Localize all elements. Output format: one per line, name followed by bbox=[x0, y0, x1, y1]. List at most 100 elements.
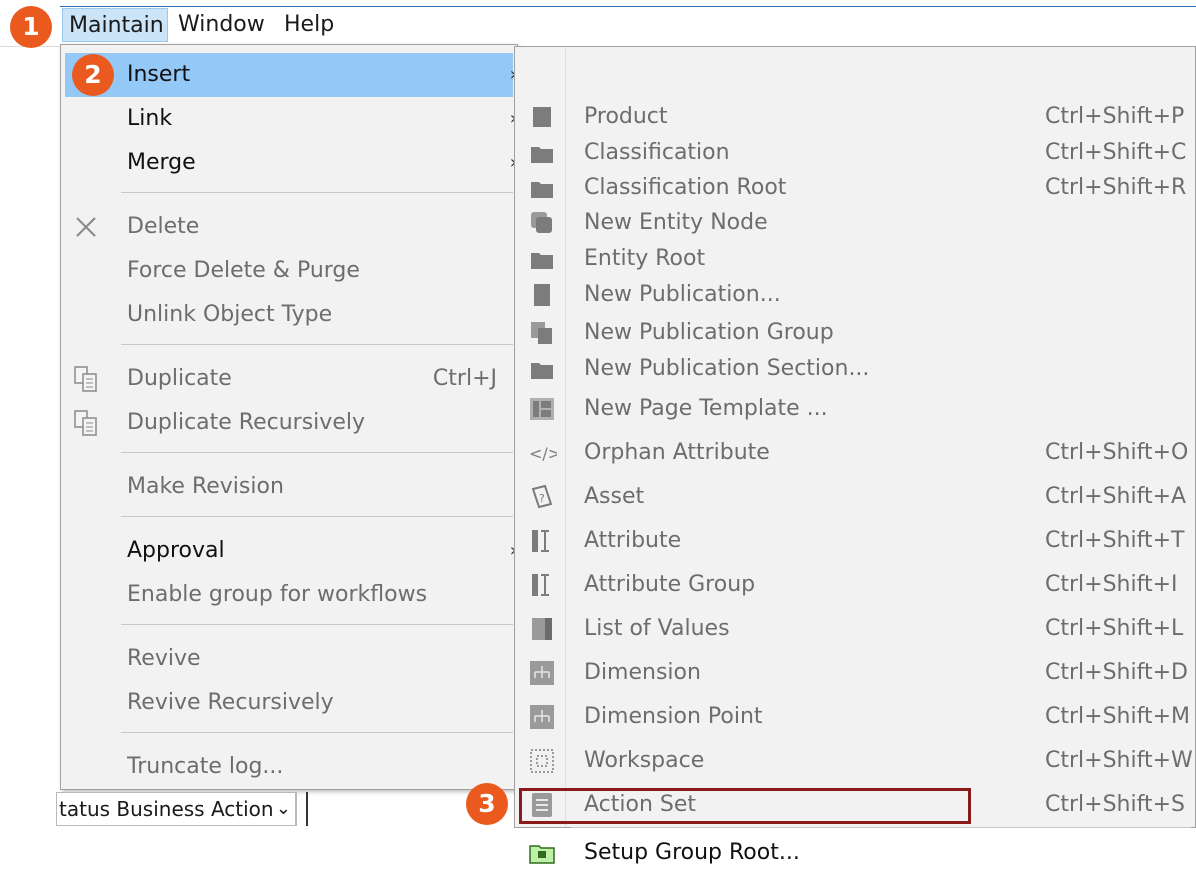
menu-item-duplicate-recursively[interactable]: Duplicate Recursively bbox=[65, 401, 513, 445]
menu-item-label: Enable group for workflows bbox=[127, 582, 428, 607]
orphan-attribute-icon: </> bbox=[529, 444, 557, 463]
menu-item-label: Delete bbox=[127, 214, 200, 239]
menu-item-label: Approval bbox=[127, 538, 225, 563]
submenu-item-new-publication[interactable]: New Publication... bbox=[515, 277, 1195, 313]
menu-item-link[interactable]: Link › bbox=[65, 97, 517, 141]
setup-group-root-icon bbox=[529, 845, 555, 864]
menu-separator bbox=[121, 192, 513, 193]
submenu-item-dimension-point[interactable]: Dimension Point Ctrl+Shift+M bbox=[515, 699, 1195, 735]
menu-window[interactable]: Window bbox=[172, 8, 272, 42]
submenu-item-attribute-group[interactable]: Attribute Group Ctrl+Shift+I bbox=[515, 567, 1195, 603]
menu-item-revive-recursively[interactable]: Revive Recursively bbox=[65, 681, 513, 725]
submenu-item-asset[interactable]: ? Asset Ctrl+Shift+A bbox=[515, 479, 1195, 515]
menu-item-delete[interactable]: Delete bbox=[65, 205, 513, 249]
submenu-item-list-of-values[interactable]: List of Values Ctrl+Shift+L bbox=[515, 611, 1195, 647]
submenu-item-shortcut: Ctrl+Shift+S bbox=[1045, 792, 1185, 817]
folder-icon bbox=[531, 147, 553, 163]
submenu-item-label: New Entity Node bbox=[584, 210, 768, 235]
menu-item-truncate-log[interactable]: Truncate log... bbox=[65, 745, 513, 789]
menu-item-merge[interactable]: Merge › bbox=[65, 141, 517, 185]
delete-x-icon bbox=[76, 217, 96, 237]
submenu-item-label: Dimension Point bbox=[584, 704, 763, 729]
menu-separator bbox=[121, 732, 513, 733]
menu-item-label: Insert bbox=[127, 62, 191, 87]
submenu-item-shortcut: Ctrl+Shift+T bbox=[1045, 528, 1185, 553]
submenu-item-dimension[interactable]: Dimension Ctrl+Shift+D bbox=[515, 655, 1195, 691]
submenu-item-classification-root[interactable]: Classification Root Ctrl+Shift+R bbox=[515, 170, 1195, 206]
dimension-point-icon bbox=[530, 705, 554, 729]
submenu-item-label: Workspace bbox=[584, 748, 705, 773]
menu-maintain[interactable]: Maintain bbox=[62, 8, 168, 42]
status-business-action-dropdown[interactable]: tatus Business Action ⌄ bbox=[56, 792, 296, 826]
menu-item-unlink-object-type[interactable]: Unlink Object Type bbox=[65, 293, 513, 337]
product-icon bbox=[533, 107, 551, 127]
submenu-item-label: New Publication Section... bbox=[584, 356, 870, 381]
publication-group-icon bbox=[531, 322, 552, 344]
submenu-item-new-publication-section[interactable]: New Publication Section... bbox=[515, 351, 1195, 387]
menu-bar: Maintain Window Help bbox=[0, 0, 1196, 47]
menu-item-label: Link bbox=[127, 106, 173, 131]
attribute-group-icon bbox=[532, 574, 549, 596]
dimension-icon bbox=[530, 661, 554, 685]
submenu-item-orphan-attribute[interactable]: </> Orphan Attribute Ctrl+Shift+O bbox=[515, 435, 1195, 471]
submenu-item-shortcut: Ctrl+Shift+L bbox=[1045, 616, 1184, 641]
submenu-item-shortcut: Ctrl+Shift+O bbox=[1045, 440, 1189, 465]
submenu-item-label: Product bbox=[584, 104, 668, 129]
submenu-item-label: Attribute bbox=[584, 528, 682, 553]
menu-item-label: Truncate log... bbox=[127, 754, 284, 779]
submenu-item-classification[interactable]: Classification Ctrl+Shift+C bbox=[515, 135, 1195, 171]
menu-item-force-delete[interactable]: Force Delete & Purge bbox=[65, 249, 513, 293]
menu-separator bbox=[121, 624, 513, 625]
menu-item-make-revision[interactable]: Make Revision bbox=[65, 465, 513, 509]
submenu-item-label: Classification Root bbox=[584, 175, 787, 200]
submenu-item-label: Orphan Attribute bbox=[584, 440, 770, 465]
menu-item-insert[interactable]: Insert › bbox=[65, 53, 517, 97]
duplicate-recursive-icon bbox=[74, 410, 97, 436]
menu-separator bbox=[121, 344, 513, 345]
submenu-item-new-page-template[interactable]: New Page Template ... bbox=[515, 391, 1195, 427]
svg-text:</>: </> bbox=[529, 444, 557, 463]
submenu-item-new-entity-node[interactable]: New Entity Node bbox=[515, 205, 1195, 241]
folder-icon bbox=[531, 253, 553, 269]
highlight-frame bbox=[519, 788, 971, 824]
menu-item-label: Make Revision bbox=[127, 474, 284, 499]
submenu-item-label: List of Values bbox=[584, 616, 730, 641]
entity-node-icon bbox=[531, 212, 552, 233]
submenu-item-setup-group-root[interactable]: Setup Group Root... bbox=[515, 835, 1195, 871]
menu-item-duplicate[interactable]: Duplicate Ctrl+J bbox=[65, 357, 513, 401]
folder-icon bbox=[531, 363, 553, 379]
submenu-item-shortcut: Ctrl+Shift+D bbox=[1045, 660, 1188, 685]
submenu-item-workspace[interactable]: Workspace Ctrl+Shift+W bbox=[515, 743, 1195, 779]
submenu-item-new-publication-group[interactable]: New Publication Group bbox=[515, 315, 1195, 351]
menu-item-revive[interactable]: Revive bbox=[65, 637, 513, 681]
menu-item-approval[interactable]: Approval › bbox=[65, 529, 517, 573]
menu-item-label: Revive Recursively bbox=[127, 690, 334, 715]
step-badge-2: 2 bbox=[72, 54, 114, 96]
maintain-dropdown-menu: Insert › Link › Merge › Delete Force Del… bbox=[60, 44, 518, 790]
duplicate-icon bbox=[74, 366, 97, 392]
menu-separator bbox=[121, 516, 513, 517]
submenu-item-entity-root[interactable]: Entity Root bbox=[515, 241, 1195, 277]
chevron-down-icon: ⌄ bbox=[275, 798, 291, 819]
submenu-item-shortcut: Ctrl+Shift+A bbox=[1045, 484, 1187, 509]
menu-item-label: Unlink Object Type bbox=[127, 302, 333, 327]
workspace-icon bbox=[530, 749, 554, 773]
submenu-item-shortcut: Ctrl+Shift+P bbox=[1045, 104, 1185, 129]
dropdown-value: tatus Business Action bbox=[59, 797, 274, 821]
menu-item-label: Duplicate bbox=[127, 366, 232, 391]
step-badge-1: 1 bbox=[10, 6, 52, 48]
attribute-icon bbox=[532, 530, 549, 552]
menu-help[interactable]: Help bbox=[278, 8, 342, 42]
submenu-item-label: Setup Group Root... bbox=[584, 840, 800, 865]
submenu-item-shortcut: Ctrl+Shift+M bbox=[1045, 704, 1190, 729]
submenu-item-label: Dimension bbox=[584, 660, 701, 685]
submenu-item-product[interactable]: Product Ctrl+Shift+P bbox=[515, 99, 1195, 135]
step-badge-3: 3 bbox=[466, 783, 508, 825]
submenu-item-shortcut: Ctrl+Shift+R bbox=[1045, 175, 1187, 200]
submenu-item-label: Asset bbox=[584, 484, 645, 509]
submenu-item-shortcut: Ctrl+Shift+C bbox=[1045, 140, 1187, 165]
svg-text:?: ? bbox=[539, 492, 545, 505]
submenu-item-attribute[interactable]: Attribute Ctrl+Shift+T bbox=[515, 523, 1195, 559]
menu-item-enable-group-workflows[interactable]: Enable group for workflows bbox=[65, 573, 513, 617]
asset-icon: ? bbox=[531, 484, 553, 509]
